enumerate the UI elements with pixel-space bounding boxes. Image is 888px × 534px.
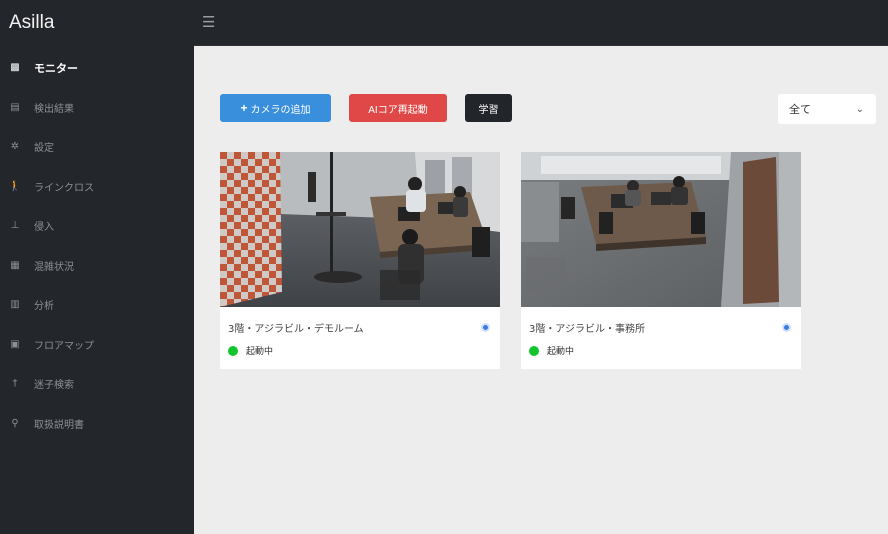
sidebar-item-label: モニター bbox=[34, 61, 78, 75]
restart-ai-core-button[interactable]: AIコア再起動 bbox=[349, 94, 447, 122]
status-text: 起動中 bbox=[246, 347, 274, 357]
camera-feed-office bbox=[521, 152, 801, 307]
sidebar-item-manual[interactable]: ⚲ 取扱説明書 bbox=[0, 404, 194, 444]
camera-card-demo-room[interactable]: 3階・アジラビル・デモルーム 起動中 bbox=[220, 152, 500, 369]
sidebar-item-intrusion[interactable]: ⊥ 侵入 bbox=[0, 206, 194, 246]
walking-person-icon: 🚶 bbox=[8, 180, 22, 192]
info-icon[interactable] bbox=[782, 323, 791, 332]
gear-icon: ✲ bbox=[10, 141, 20, 153]
sidebar-item-floor-map[interactable]: ▣ フロアマップ bbox=[0, 325, 194, 365]
chevron-down-icon: ⌄ bbox=[855, 103, 864, 115]
sidebar-item-settings[interactable]: ✲ 設定 bbox=[0, 127, 194, 167]
sidebar-item-label: 取扱説明書 bbox=[34, 419, 84, 431]
hamburger-icon[interactable]: ☰ bbox=[202, 13, 215, 31]
sidebar-item-detection-results[interactable]: ▤ 検出結果 bbox=[0, 88, 194, 128]
sidebar-item-congestion[interactable]: ▦ 混雑状況 bbox=[0, 246, 194, 286]
topbar: ☰ bbox=[194, 0, 888, 46]
sidebar-item-monitor[interactable]: ▩ モニター bbox=[0, 48, 194, 88]
sidebar-item-label: 混雑状況 bbox=[34, 261, 74, 273]
sidebar-item-label: 分析 bbox=[34, 301, 54, 313]
sidebar-item-line-cross[interactable]: 🚶 ラインクロス bbox=[0, 167, 194, 207]
main-content: + カメラの追加 AIコア再起動 学習 全て ⌄ 3階・アジラビル・デモルーム … bbox=[194, 46, 888, 534]
sidebar-item-label: ラインクロス bbox=[34, 182, 94, 194]
sidebar: Asilla ▩ モニター ▤ 検出結果 ✲ 設定 🚶 ラインクロス ⊥ 侵入 … bbox=[0, 0, 194, 534]
plus-icon: + bbox=[240, 101, 248, 115]
map-icon: ▣ bbox=[10, 338, 20, 350]
camera-feed-demo-room bbox=[220, 152, 500, 307]
sidebar-item-label: 侵入 bbox=[34, 222, 54, 234]
sidebar-nav: ▩ モニター ▤ 検出結果 ✲ 設定 🚶 ラインクロス ⊥ 侵入 ▦ 混雑状況 … bbox=[0, 48, 194, 443]
camera-card-office[interactable]: 3階・アジラビル・事務所 起動中 bbox=[521, 152, 801, 369]
filter-value: 全て bbox=[789, 103, 811, 116]
camera-status: 起動中 bbox=[228, 344, 273, 357]
crowd-icon: ▦ bbox=[10, 259, 20, 271]
camera-filter-select[interactable]: 全て ⌄ bbox=[778, 94, 876, 124]
sidebar-item-analysis[interactable]: ▥ 分析 bbox=[0, 285, 194, 325]
sidebar-item-lost-child-search[interactable]: † 迷子検索 bbox=[0, 364, 194, 404]
camera-name: 3階・アジラビル・事務所 bbox=[529, 324, 645, 335]
camera-card-header: 3階・アジラビル・デモルーム bbox=[228, 320, 490, 335]
camera-card-header: 3階・アジラビル・事務所 bbox=[529, 320, 791, 335]
camera-name: 3階・アジラビル・デモルーム bbox=[228, 324, 364, 335]
manual-icon: ⚲ bbox=[11, 417, 19, 429]
add-camera-label: カメラの追加 bbox=[250, 104, 311, 116]
brand-logo[interactable]: Asilla bbox=[0, 0, 194, 46]
learn-button[interactable]: 学習 bbox=[465, 94, 512, 122]
sidebar-item-label: 迷子検索 bbox=[34, 380, 74, 392]
camera-status: 起動中 bbox=[529, 344, 574, 357]
list-icon: ▤ bbox=[10, 101, 20, 113]
camera-feed-image[interactable] bbox=[220, 152, 500, 307]
add-camera-button[interactable]: + カメラの追加 bbox=[220, 94, 331, 122]
monitor-icon: ▩ bbox=[10, 62, 20, 74]
status-online-icon bbox=[228, 345, 238, 356]
camera-feed-image[interactable] bbox=[521, 152, 801, 307]
bar-chart-icon: ▥ bbox=[10, 299, 20, 311]
person-search-icon: † bbox=[12, 378, 18, 390]
intrusion-icon: ⊥ bbox=[10, 220, 20, 232]
status-online-icon bbox=[529, 345, 539, 356]
sidebar-item-label: フロアマップ bbox=[34, 340, 94, 352]
info-icon[interactable] bbox=[481, 323, 490, 332]
sidebar-item-label: 設定 bbox=[34, 143, 54, 155]
status-text: 起動中 bbox=[547, 347, 575, 357]
sidebar-item-label: 検出結果 bbox=[34, 103, 74, 115]
